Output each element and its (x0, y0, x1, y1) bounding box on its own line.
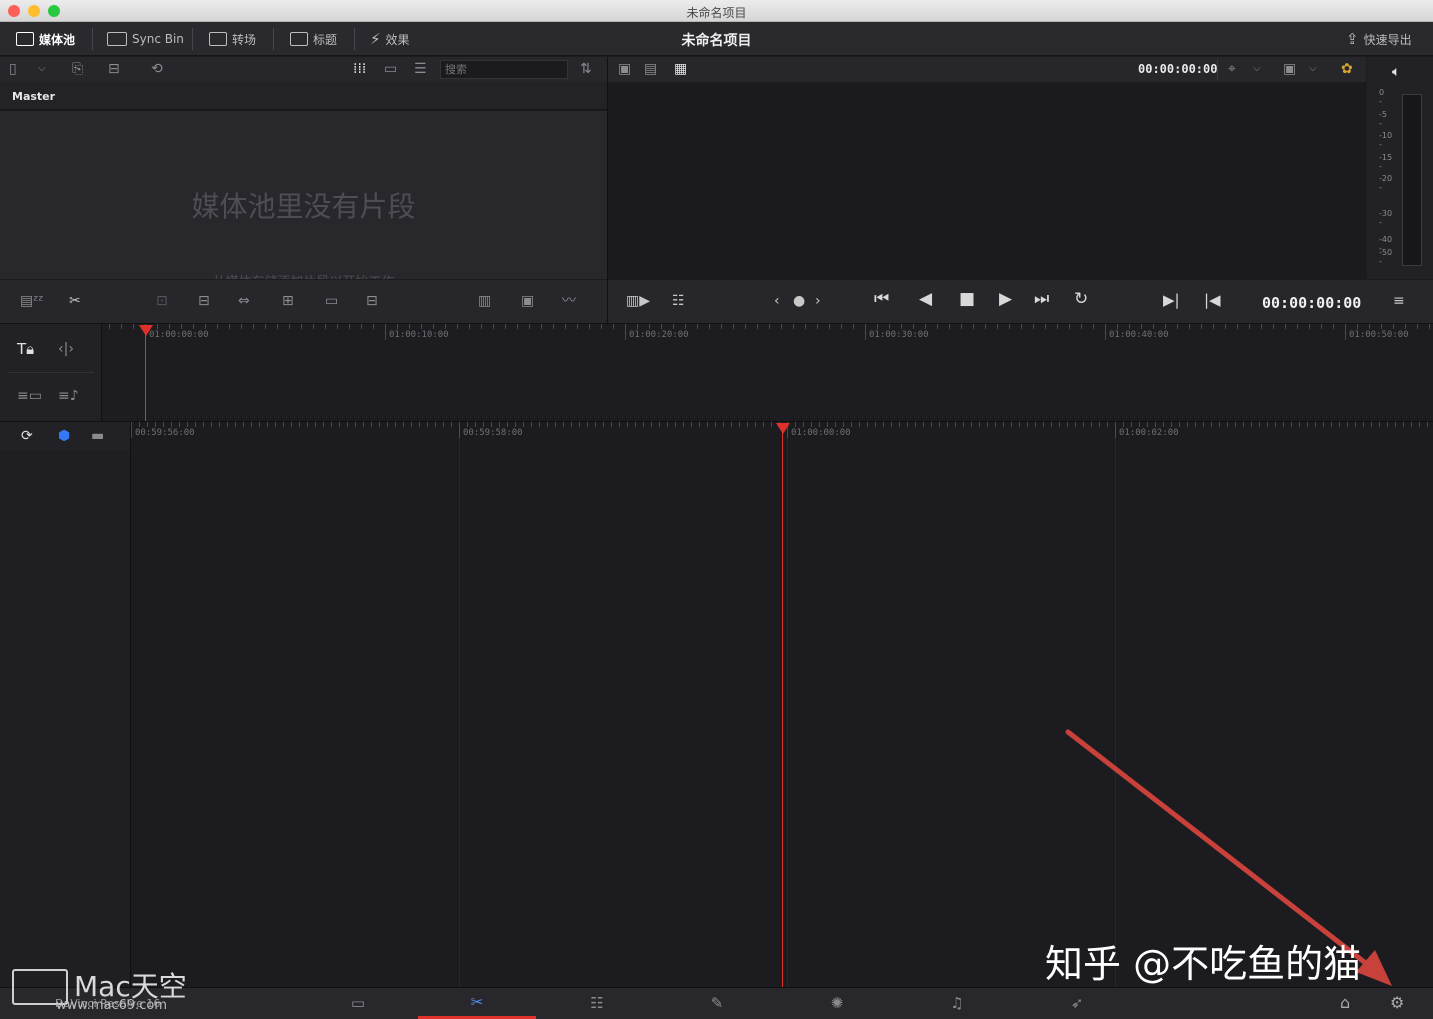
watermark-text: 知乎 @不吃鱼的猫 (1045, 942, 1362, 986)
watermark-url: www.mac69.com (56, 998, 168, 1013)
annotation-arrow (1065, 729, 1392, 986)
watermark-logo: Mac天空 www.mac69.com (10, 965, 220, 1015)
